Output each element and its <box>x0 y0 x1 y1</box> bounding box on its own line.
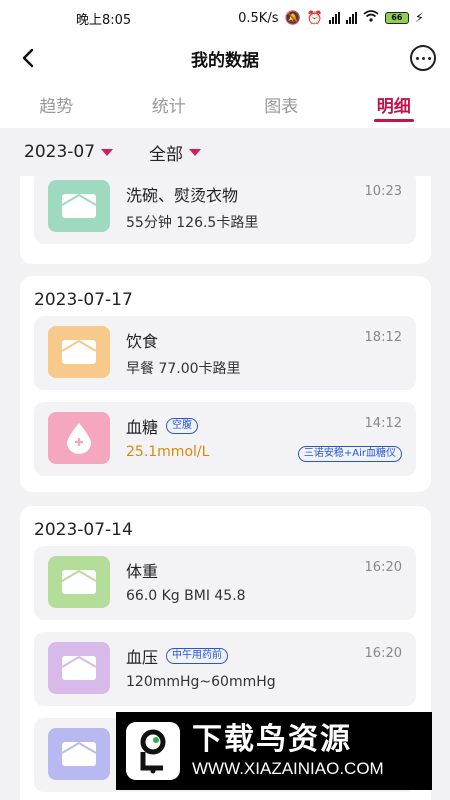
record-subtitle: 25.1mmol/L <box>126 444 210 460</box>
tab-details[interactable]: 明细 <box>338 80 450 128</box>
filter-bar: 2023-07 全部 <box>0 128 450 176</box>
battery-icon: 66 <box>384 12 409 24</box>
wifi-icon <box>363 10 379 26</box>
mute-icon: 🔕 <box>284 10 301 26</box>
record-tag: 空腹 <box>166 418 199 434</box>
watermark-banner: 下载鸟资源 WWW.XIAZAINIAO.COM <box>116 712 432 790</box>
group-date: 2023-07-17 <box>34 290 133 310</box>
envelope-icon <box>61 339 97 364</box>
record-icon <box>48 180 110 232</box>
signal-icon <box>345 12 357 24</box>
more-button[interactable] <box>410 45 436 71</box>
category-filter-label: 全部 <box>149 144 184 165</box>
signal-icon <box>328 12 340 24</box>
record-tag: 中午用药前 <box>166 648 229 664</box>
month-filter[interactable]: 2023-07 <box>24 142 114 162</box>
record-title: 洗碗、熨烫衣物 <box>126 186 239 205</box>
tab-chart[interactable]: 图表 <box>225 80 338 128</box>
record-subtitle: 55分钟 126.5卡路里 <box>126 215 259 231</box>
record-icon <box>48 412 110 464</box>
more-dots-icon <box>415 56 419 60</box>
record-title: 体重 <box>126 562 159 581</box>
record-time: 16:20 <box>364 560 402 575</box>
caret-down-icon <box>101 148 114 156</box>
watermark-url: WWW.XIAZAINIAO.COM <box>192 759 384 778</box>
status-time: 晚上8:05 <box>76 12 132 28</box>
record-icon <box>48 556 110 608</box>
device-tag: 三诺安稳+Air血糖仪 <box>297 446 402 462</box>
record-time: 16:20 <box>364 646 402 661</box>
network-speed: 0.5K/s <box>238 10 279 26</box>
page-title: 我的数据 <box>191 50 259 71</box>
record-icon <box>48 728 110 780</box>
header: 我的数据 <box>0 36 450 80</box>
envelope-icon <box>61 193 97 218</box>
tab-bar: 趋势 统计 图表 明细 <box>0 80 450 128</box>
date-group: 洗碗、熨烫衣物 55分钟 126.5卡路里 10:23 <box>20 176 431 264</box>
back-button[interactable] <box>14 44 42 72</box>
record-time: 18:12 <box>364 330 402 345</box>
record-subtitle: 66.0 Kg BMI 45.8 <box>126 588 246 604</box>
bird-logo-icon <box>126 722 180 780</box>
record-title: 血压 中午用药前 <box>126 644 229 668</box>
record-icon <box>48 642 110 694</box>
chevron-left-icon <box>22 48 34 68</box>
record-time: 14:12 <box>364 416 402 431</box>
tab-statistics[interactable]: 统计 <box>113 80 226 128</box>
caret-down-icon <box>189 148 202 156</box>
date-group: 2023-07-17 饮食 早餐 77.00卡路里 18:12 血糖 空腹 25… <box>20 276 431 492</box>
records-list[interactable]: 洗碗、熨烫衣物 55分钟 126.5卡路里 10:23 2023-07-17 饮… <box>0 176 450 800</box>
status-bar: 晚上8:05 0.5K/s 🔕 ⏰ 66 ⚡ <box>0 0 450 36</box>
watermark-title: 下载鸟资源 <box>192 722 352 757</box>
record-card[interactable]: 饮食 早餐 77.00卡路里 18:12 <box>34 316 416 390</box>
record-card[interactable]: 血压 中午用药前 120mmHg~60mmHg 16:20 <box>34 632 416 706</box>
record-card[interactable]: 洗碗、熨烫衣物 55分钟 126.5卡路里 10:23 <box>34 176 416 244</box>
month-filter-label: 2023-07 <box>24 142 96 162</box>
group-date: 2023-07-14 <box>34 520 133 540</box>
record-card[interactable]: 体重 66.0 Kg BMI 45.8 16:20 <box>34 546 416 620</box>
tab-trend[interactable]: 趋势 <box>0 80 113 128</box>
charging-icon: ⚡ <box>414 10 424 26</box>
envelope-icon <box>61 655 97 680</box>
alarm-icon: ⏰ <box>306 10 323 26</box>
record-title: 饮食 <box>126 332 159 351</box>
envelope-icon <box>61 569 97 594</box>
record-icon <box>48 326 110 378</box>
category-filter[interactable]: 全部 <box>149 140 202 165</box>
record-subtitle: 120mmHg~60mmHg <box>126 674 276 690</box>
envelope-icon <box>61 741 97 766</box>
blood-drop-icon <box>67 423 91 454</box>
record-card[interactable]: 血糖 空腹 25.1mmol/L 14:12 三诺安稳+Air血糖仪 <box>34 402 416 476</box>
record-subtitle: 早餐 77.00卡路里 <box>126 361 241 377</box>
status-icons: 0.5K/s 🔕 ⏰ 66 ⚡ <box>238 10 424 26</box>
record-time: 10:23 <box>364 184 402 199</box>
record-title: 血糖 空腹 <box>126 414 199 438</box>
